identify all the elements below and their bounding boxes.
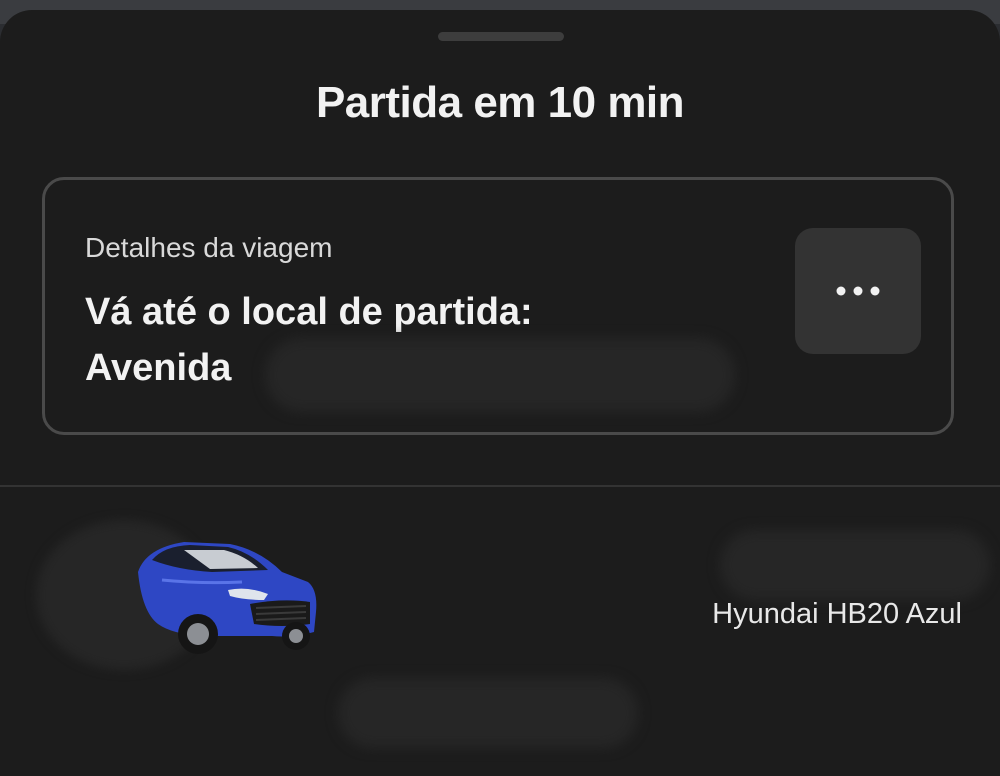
sheet-drag-handle[interactable] [438, 32, 564, 41]
page-title: Partida em 10 min [315, 78, 685, 127]
car-image [138, 542, 317, 654]
vehicle-model: Hyundai HB20 Azul [712, 598, 962, 630]
bottom-sheet: Partida em 10 min Detalhes da viagem Vá … [0, 10, 1000, 776]
more-options-button[interactable] [795, 228, 921, 354]
section-divider [0, 485, 1000, 487]
pickup-instruction-text: Vá até o local de partida: [85, 291, 533, 333]
more-horizontal-icon [836, 286, 880, 296]
trip-details-card[interactable]: Detalhes da viagem Vá até o local de par… [42, 177, 954, 435]
trip-details-label: Detalhes da viagem [85, 232, 333, 263]
redacted-address [265, 338, 735, 412]
redacted-plate [720, 530, 990, 600]
redacted-driver-name [338, 678, 638, 748]
